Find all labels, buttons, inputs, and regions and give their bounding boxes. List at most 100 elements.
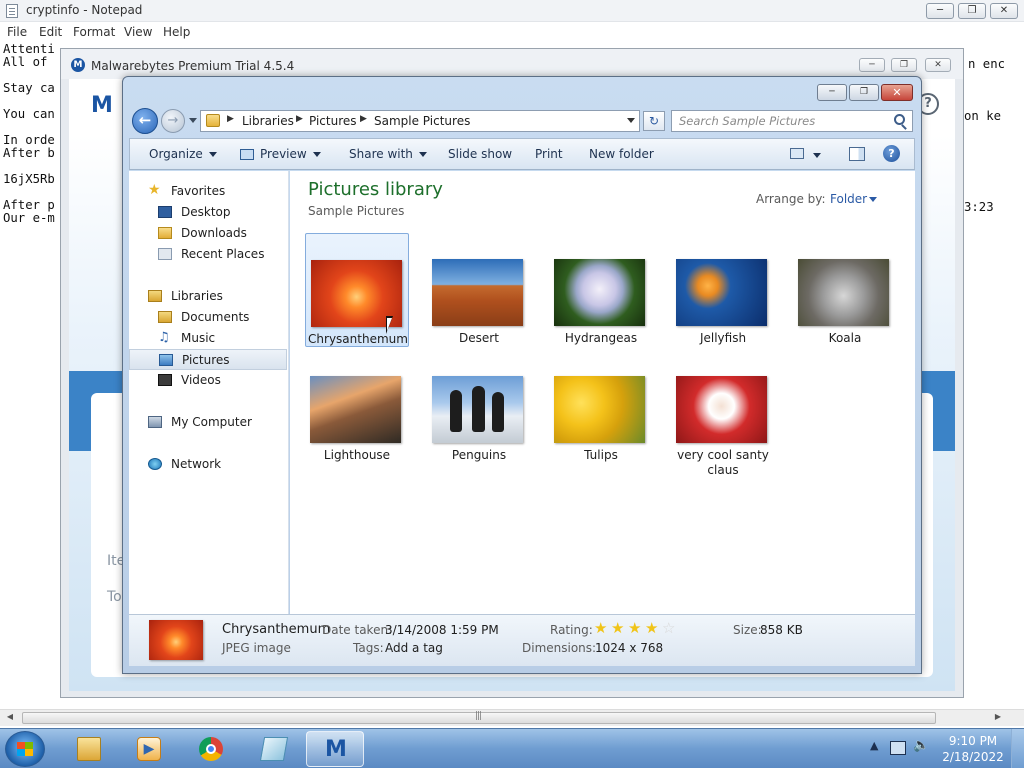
chevron-down-icon[interactable] [869, 197, 877, 202]
malwarebytes-titlebar[interactable]: M Malwarebytes Premium Trial 4.5.4 ─ ❐ ✕ [61, 49, 963, 79]
tags-value[interactable]: Add a tag [385, 641, 443, 655]
menu-format[interactable]: Format [73, 25, 115, 39]
show-hidden-icons-icon[interactable]: ▲ [870, 739, 878, 752]
slide-show-button[interactable]: Slide show [448, 147, 512, 161]
scroll-right-icon[interactable]: ▶ [990, 712, 1006, 721]
rating-star-icon[interactable]: ★ [645, 621, 660, 636]
file-tile-very-cool-santy-claus[interactable]: very cool santy claus [671, 350, 775, 477]
malwarebytes-maximize-button[interactable]: ❐ [891, 58, 917, 72]
details-pane: Chrysanthemum JPEG image Date taken: 3/1… [129, 614, 915, 666]
chevron-down-icon [312, 152, 321, 157]
santa-thumbnail [676, 376, 767, 443]
notepad-minimize-button[interactable]: ─ [926, 3, 954, 19]
notepad-text-line: All of [3, 55, 48, 69]
nav-item-documents[interactable]: Documents [129, 307, 287, 328]
recent-pages-dropdown-icon[interactable] [189, 118, 197, 123]
refresh-icon[interactable]: ↻ [643, 111, 665, 131]
nav-label: Recent Places [181, 247, 265, 261]
organize-button[interactable]: Organize [149, 147, 217, 161]
arrange-by-dropdown[interactable]: Folder [830, 192, 867, 206]
rating-star-icon[interactable]: ★ [628, 621, 643, 636]
file-tile-jellyfish[interactable]: Jellyfish [671, 233, 775, 347]
scrollbar-thumb[interactable]: ||| [22, 711, 936, 724]
scroll-left-icon[interactable]: ◀ [2, 712, 18, 721]
nav-item-my-computer[interactable]: My Computer [129, 412, 287, 433]
start-button[interactable] [5, 731, 45, 767]
rating-star-icon[interactable]: ☆ [662, 621, 677, 636]
breadcrumb-separator-icon[interactable]: ▶ [360, 114, 367, 124]
search-box[interactable] [671, 110, 913, 132]
malwarebytes-minimize-button[interactable]: ─ [859, 58, 885, 72]
dimensions-value: 1024 x 768 [595, 641, 664, 655]
desert-thumbnail [432, 259, 523, 326]
new-folder-button[interactable]: New folder [589, 147, 654, 161]
back-arrow-icon[interactable]: ← [132, 108, 158, 134]
breadcrumb-separator-icon[interactable]: ▶ [296, 114, 303, 124]
menu-view[interactable]: View [124, 25, 152, 39]
nav-item-downloads[interactable]: Downloads [129, 223, 287, 244]
nav-item-videos[interactable]: Videos [129, 370, 287, 391]
file-tile-desert[interactable]: Desert [427, 233, 531, 347]
file-tile-koala[interactable]: Koala [793, 233, 897, 347]
nav-item-recent-places[interactable]: Recent Places [129, 244, 287, 265]
clock-time[interactable]: 9:10 PM [940, 734, 1006, 748]
file-name: Hydrangeas [564, 331, 638, 345]
date-taken-label: Date taken: [322, 623, 393, 637]
file-tile-lighthouse[interactable]: Lighthouse [305, 350, 409, 464]
view-options-dropdown-icon[interactable] [813, 153, 821, 158]
nav-item-desktop[interactable]: Desktop [129, 202, 287, 223]
print-button[interactable]: Print [535, 147, 563, 161]
breadcrumb-separator-icon[interactable]: ▶ [227, 114, 234, 124]
taskbar-explorer-button[interactable] [60, 731, 118, 767]
file-tile-penguins[interactable]: Penguins [427, 350, 531, 464]
menu-help[interactable]: Help [163, 25, 190, 39]
taskbar-media-player-button[interactable]: ▶ [120, 731, 178, 767]
search-icon[interactable] [894, 114, 905, 125]
breadcrumb-pictures[interactable]: Pictures [309, 114, 357, 128]
address-bar[interactable]: ▶ Libraries ▶ Pictures ▶ Sample Pictures [200, 110, 640, 132]
size-value: 858 KB [760, 623, 803, 637]
breadcrumb-sample-pictures[interactable]: Sample Pictures [374, 114, 470, 128]
change-view-icon[interactable] [790, 148, 804, 159]
file-tile-hydrangeas[interactable]: Hydrangeas [549, 233, 653, 347]
preview-pane-icon[interactable] [849, 147, 865, 161]
notepad-text-area[interactable]: Attenti All of Stay ca You can In orde Aft… [3, 43, 55, 225]
notepad-maximize-button[interactable]: ❐ [958, 3, 986, 19]
nav-item-favorites[interactable]: ★ Favorites [129, 181, 287, 202]
clock-date[interactable]: 2/18/2022 [940, 750, 1006, 764]
explorer-close-button[interactable]: ✕ [881, 84, 913, 101]
show-desktop-button[interactable] [1011, 729, 1024, 768]
date-taken-value[interactable]: 3/14/2008 1:59 PM [385, 623, 499, 637]
address-dropdown-icon[interactable] [627, 118, 635, 123]
nav-item-pictures[interactable]: Pictures [129, 349, 287, 370]
menu-edit[interactable]: Edit [39, 25, 62, 39]
explorer-maximize-button[interactable]: ❐ [849, 84, 879, 101]
nav-item-music[interactable]: ♫ Music [129, 328, 287, 349]
rating-star-icon[interactable]: ★ [594, 621, 609, 636]
network-status-icon[interactable] [890, 741, 906, 755]
nav-item-network[interactable]: Network [129, 454, 287, 475]
music-icon: ♫ [158, 330, 170, 345]
notepad-close-button[interactable]: ✕ [990, 3, 1018, 19]
help-icon[interactable]: ? [883, 145, 900, 162]
nav-item-libraries[interactable]: Libraries [129, 286, 287, 307]
preview-button[interactable]: Preview [240, 147, 321, 161]
malwarebytes-close-button[interactable]: ✕ [925, 58, 951, 72]
taskbar-malwarebytes-button[interactable]: M [306, 731, 364, 767]
breadcrumb-libraries[interactable]: Libraries [242, 114, 294, 128]
taskbar-chrome-button[interactable] [182, 731, 240, 767]
desktop-icon [158, 206, 172, 218]
file-tile-chrysanthemum[interactable]: Chrysanthemum [305, 233, 409, 347]
menu-file[interactable]: File [7, 25, 27, 39]
notepad-titlebar[interactable]: cryptinfo - Notepad ─ ❐ ✕ [0, 0, 1024, 22]
search-input[interactable] [672, 111, 887, 131]
file-tile-tulips[interactable]: Tulips [549, 350, 653, 464]
forward-arrow-icon[interactable]: → [161, 109, 185, 133]
file-name: Desert [459, 331, 499, 345]
volume-icon[interactable]: 🔈 [913, 738, 929, 753]
explorer-minimize-button[interactable]: ─ [817, 84, 847, 101]
rating-star-icon[interactable]: ★ [611, 621, 626, 636]
share-with-button[interactable]: Share with [349, 147, 427, 161]
notepad-horizontal-scrollbar[interactable]: ◀ ||| ▶ [0, 709, 1024, 726]
taskbar-notepad-button[interactable] [245, 731, 303, 767]
